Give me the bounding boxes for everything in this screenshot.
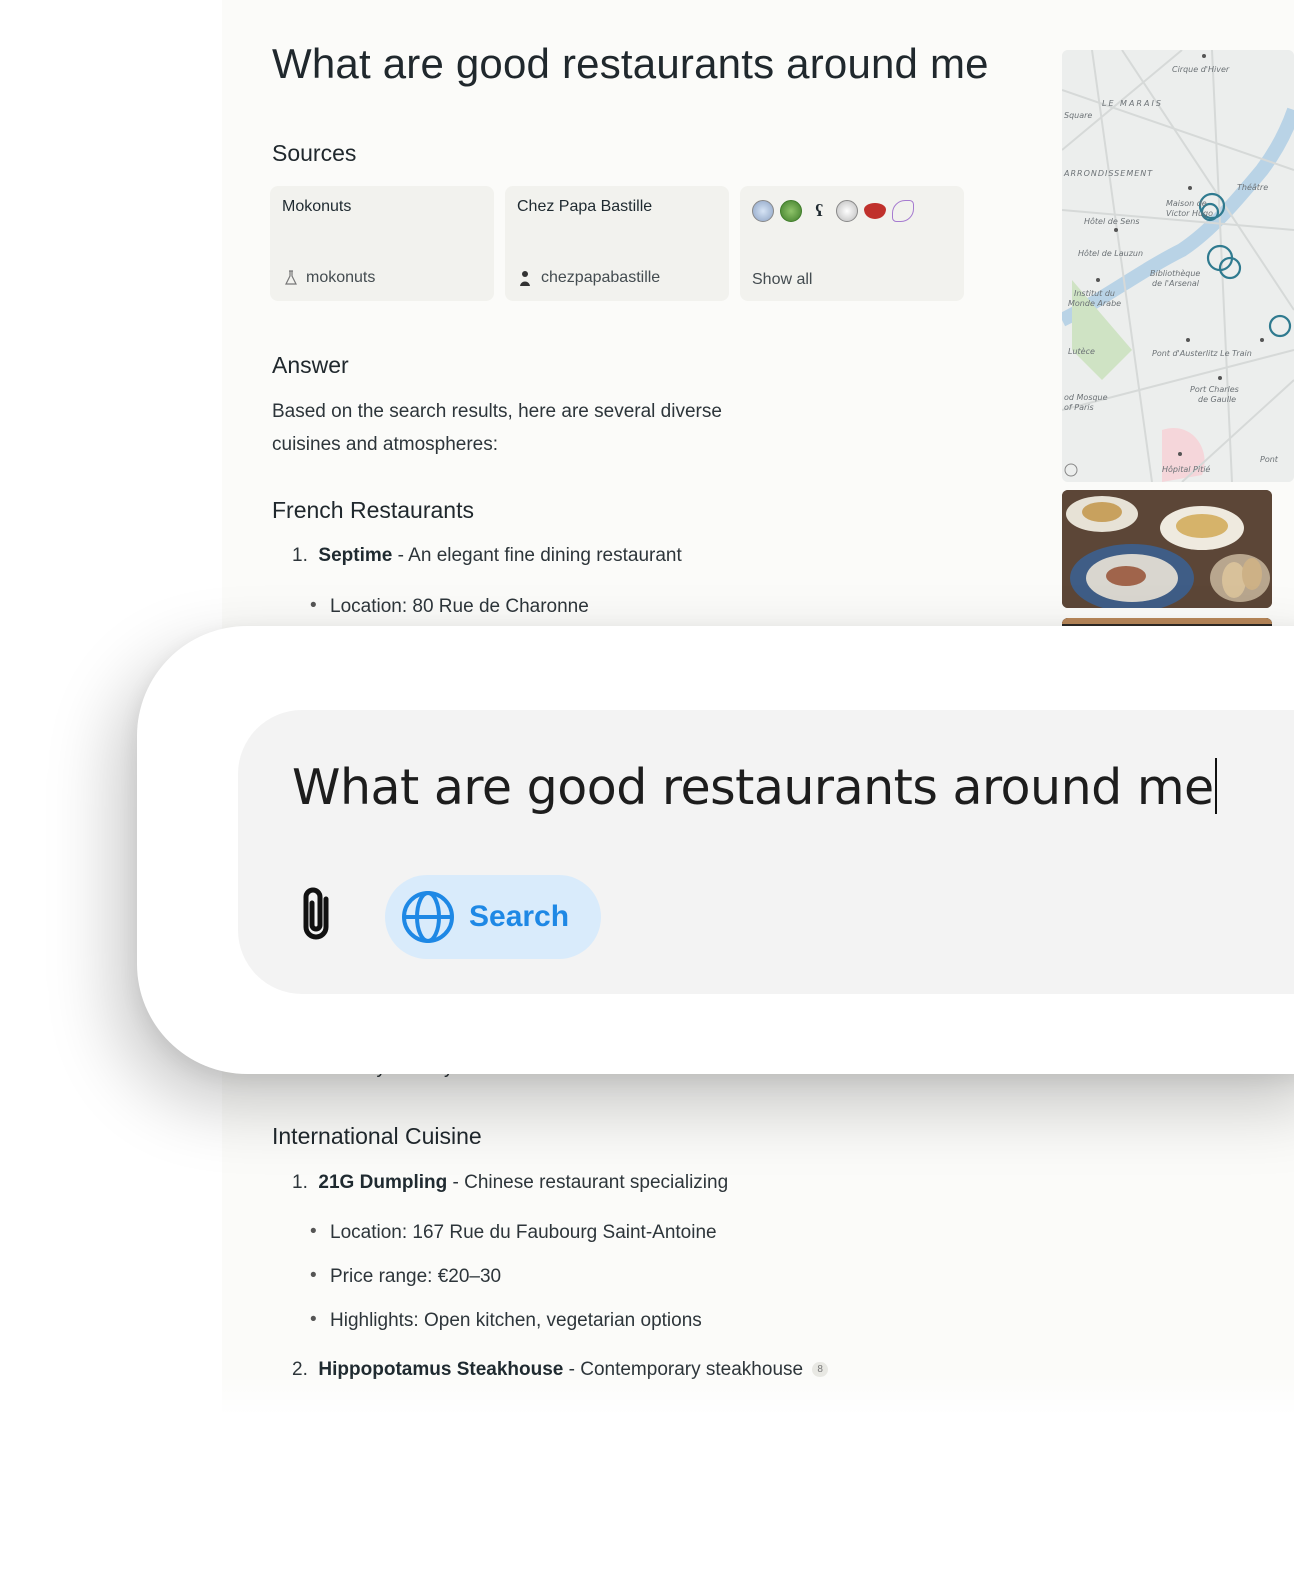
answer-heading: Answer — [272, 352, 349, 378]
source-domain: mokonuts — [306, 269, 376, 286]
svg-text:de Gaulle: de Gaulle — [1198, 395, 1236, 404]
letter-favicon-icon: ʕ — [808, 200, 830, 222]
chef-icon — [520, 271, 530, 286]
svg-text:Victor Hugo: Victor Hugo — [1166, 209, 1213, 218]
search-toggle-button[interactable]: Search — [385, 875, 601, 959]
svg-text:od Mosque: od Mosque — [1064, 393, 1108, 402]
answer-text: Based on the search results, here are se… — [272, 401, 722, 455]
svg-text:Institut du: Institut du — [1074, 289, 1115, 298]
map-panel[interactable]: Cirque d'Hiver LE MARAIS Square ARRONDIS… — [1062, 50, 1294, 482]
list-bullet: Price range: €20–30 — [310, 1265, 501, 1288]
svg-text:Pont d'Austerlitz Le Train: Pont d'Austerlitz Le Train — [1152, 349, 1252, 358]
svg-text:Lutèce: Lutèce — [1068, 346, 1095, 356]
map-graphic: Cirque d'Hiver LE MARAIS Square ARRONDIS… — [1062, 50, 1294, 482]
restaurant-name: Hippopotamus Steakhouse — [318, 1359, 564, 1380]
citation-badge[interactable]: 8 — [812, 1362, 828, 1378]
svg-text:de l'Arsenal: de l'Arsenal — [1152, 279, 1200, 288]
composer-card: What are good restaurants around me Sear… — [137, 626, 1294, 1074]
food-photo-graphic — [1062, 490, 1272, 608]
show-all-sources-card[interactable]: ʕ Show all — [740, 186, 964, 301]
purple-favicon-icon — [892, 200, 914, 222]
svg-text:Pont: Pont — [1260, 455, 1279, 464]
list-bullet: Location: 80 Rue de Charonne — [310, 595, 589, 618]
source-card-mokonuts[interactable]: Mokonuts mokonuts — [270, 186, 494, 301]
prompt-input-value: What are good restaurants around me — [292, 759, 1214, 816]
paperclip-icon — [303, 887, 329, 940]
svg-text:Cirque d'Hiver: Cirque d'Hiver — [1172, 65, 1230, 74]
svg-text:Port Charles: Port Charles — [1190, 385, 1239, 394]
svg-text:Hôtel de Sens: Hôtel de Sens — [1084, 216, 1140, 226]
list-item: 1. 21G Dumpling - Chinese restaurant spe… — [292, 1172, 729, 1193]
beaker-icon — [285, 270, 297, 285]
sources-heading: Sources — [272, 140, 357, 166]
source-card-chezpapa[interactable]: Chez Papa Bastille chezpapabastille — [505, 186, 729, 301]
section-heading-french: French Restaurants — [272, 497, 474, 523]
svg-text:Hôpital Pitié: Hôpital Pitié — [1162, 464, 1210, 474]
globe-icon — [402, 891, 454, 943]
list-bullet: Location: 167 Rue du Faubourg Saint-Anto… — [310, 1221, 717, 1244]
list-item: 2. Hippopotamus Steakhouse - Contemporar… — [292, 1359, 828, 1381]
badge-favicon-icon — [836, 200, 858, 222]
restaurant-name: Septime — [318, 545, 393, 566]
prompt-input[interactable]: What are good restaurants around me Sear… — [238, 710, 1294, 994]
globe-favicon-icon — [752, 200, 774, 222]
restaurant-name: 21G Dumpling — [318, 1172, 448, 1193]
screen: What are good restaurants around me Sour… — [0, 0, 1294, 1590]
red-favicon-icon — [864, 203, 886, 219]
attach-button[interactable] — [288, 880, 344, 950]
svg-text:Hôtel de Lauzun: Hôtel de Lauzun — [1078, 248, 1143, 258]
source-domain: chezpapabastille — [541, 269, 661, 286]
green-favicon-icon — [780, 200, 802, 222]
show-all-label: Show all — [752, 271, 813, 288]
source-title: Mokonuts — [282, 198, 352, 215]
svg-text:Square: Square — [1064, 111, 1092, 120]
svg-text:Bibliothèque: Bibliothèque — [1150, 268, 1200, 278]
text-caret — [1214, 758, 1217, 814]
section-heading-international: International Cuisine — [272, 1123, 482, 1149]
list-bullet: Highlights: Open kitchen, vegetarian opt… — [310, 1309, 702, 1332]
svg-text:ARRONDISSEMENT: ARRONDISSEMENT — [1063, 169, 1153, 178]
svg-text:Maison de: Maison de — [1166, 199, 1207, 208]
list-item: 1. Septime - An elegant fine dining rest… — [292, 545, 682, 566]
svg-text:LE MARAIS: LE MARAIS — [1102, 99, 1163, 108]
svg-text:Théâtre: Théâtre — [1237, 182, 1268, 192]
source-title: Chez Papa Bastille — [517, 198, 653, 215]
svg-text:of Paris: of Paris — [1064, 403, 1094, 412]
svg-text:Monde Arabe: Monde Arabe — [1068, 299, 1121, 308]
search-button-label: Search — [469, 900, 570, 933]
question-title: What are good restaurants around me — [272, 40, 989, 87]
food-photo[interactable] — [1062, 490, 1272, 608]
